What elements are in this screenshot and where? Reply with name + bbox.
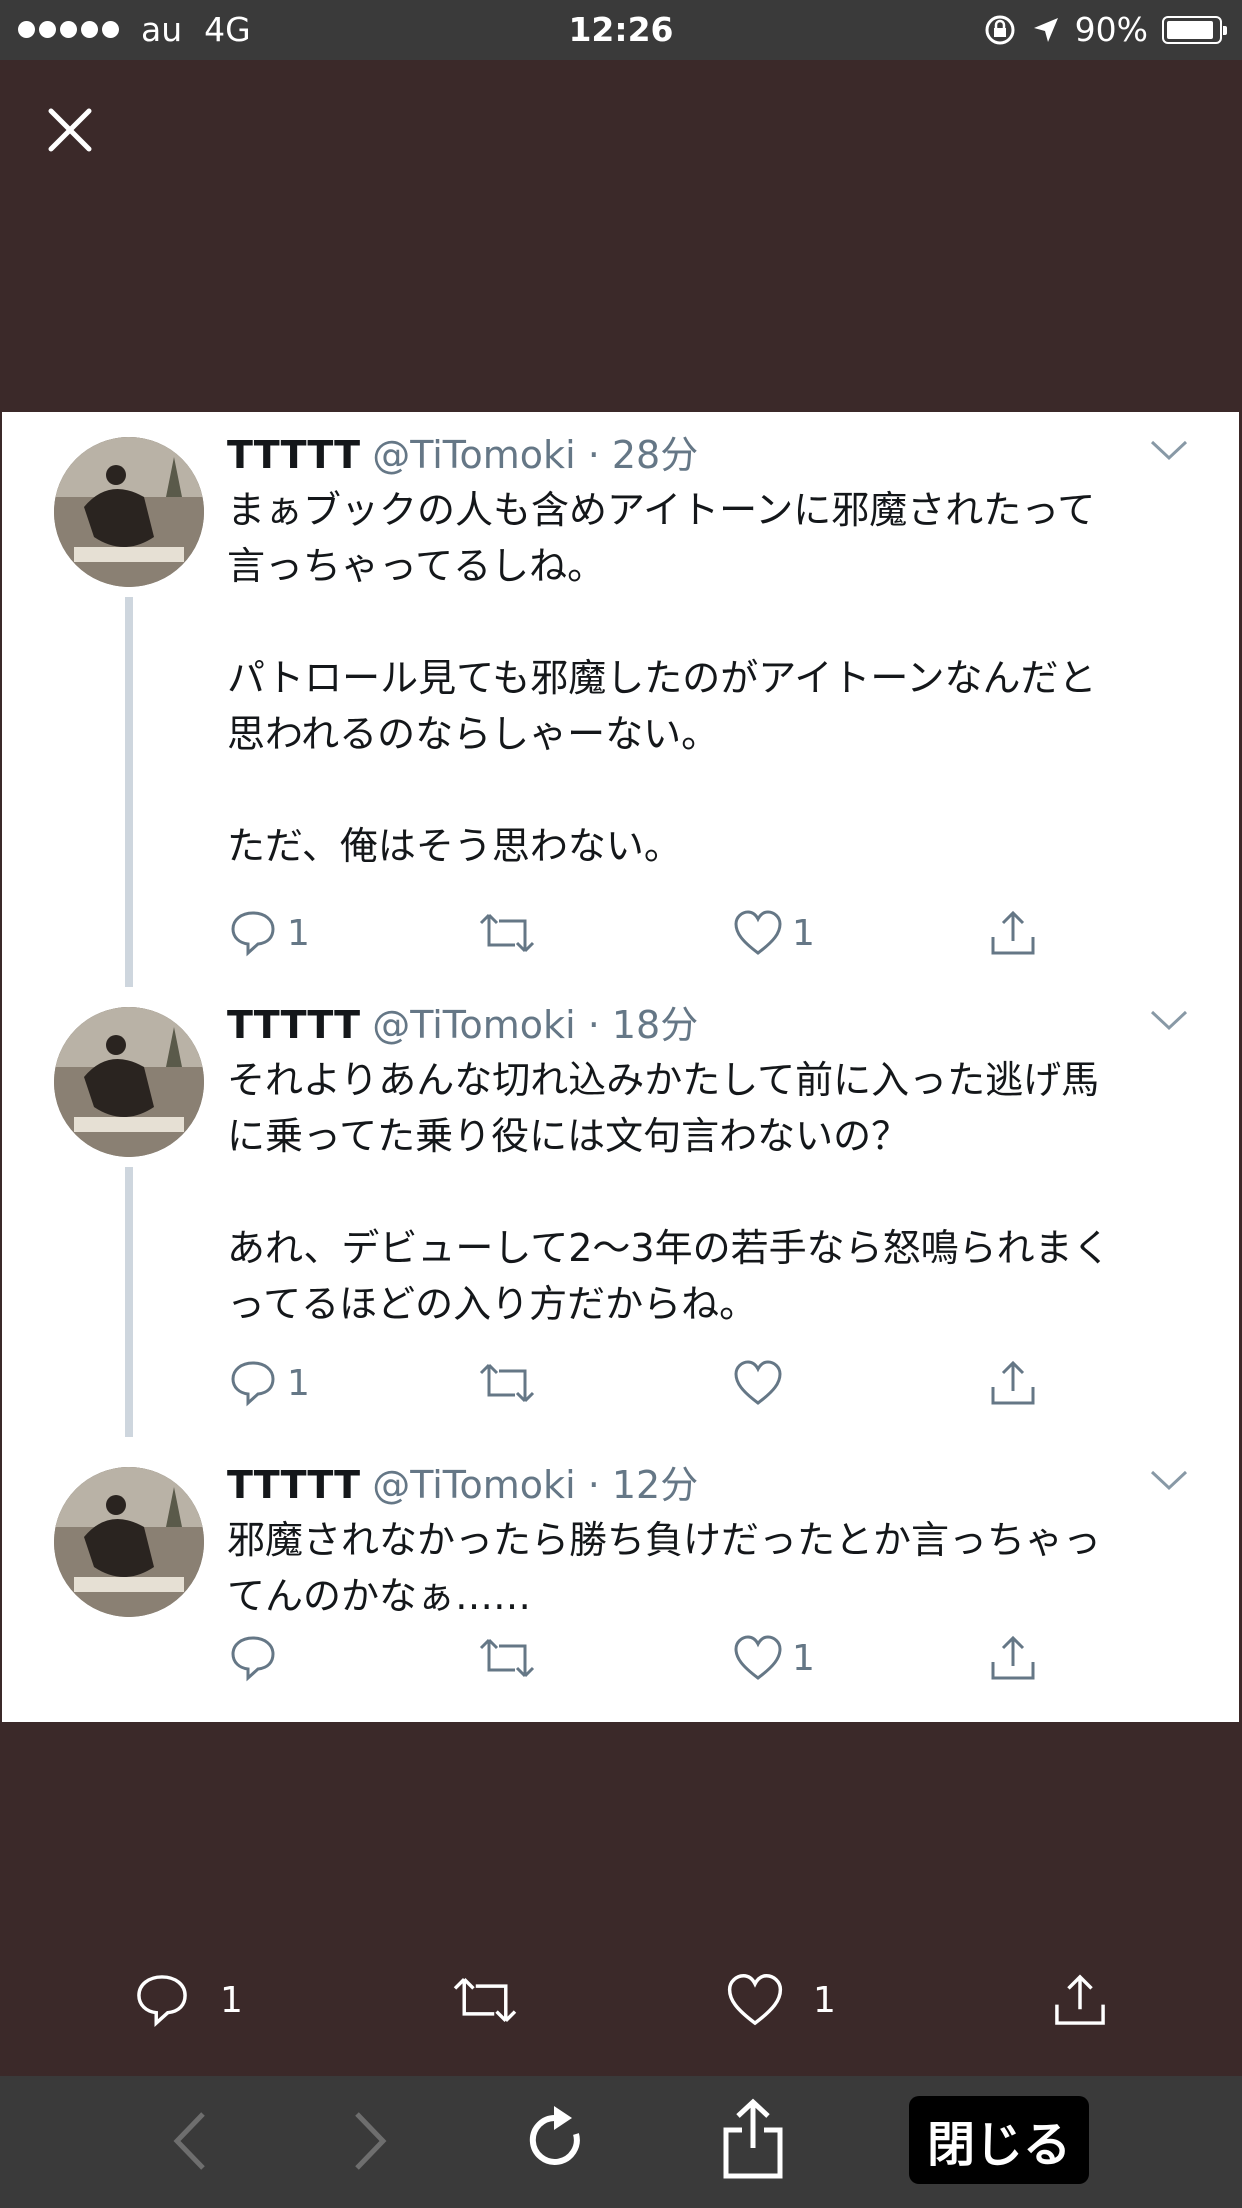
share-button[interactable] bbox=[718, 2096, 788, 2186]
tweet-author-name: TTTTT bbox=[227, 433, 361, 477]
close-icon[interactable] bbox=[40, 100, 100, 160]
chevron-left-icon bbox=[173, 2112, 205, 2170]
avatar bbox=[54, 1467, 204, 1617]
viewer-actions: 1 1 bbox=[0, 1970, 1242, 2040]
tweet-handle: @TiTomoki bbox=[372, 1463, 576, 1507]
chevron-down-icon bbox=[1150, 440, 1188, 461]
like-button[interactable]: 1 bbox=[725, 1970, 836, 2030]
thread-line bbox=[125, 597, 133, 987]
thread-line bbox=[125, 1167, 133, 1437]
tweet-author-name: TTTTT bbox=[227, 1463, 361, 1507]
tweet-author-name: TTTTT bbox=[227, 1003, 361, 1047]
battery-icon bbox=[1162, 15, 1227, 44]
like-count: 1 bbox=[792, 912, 815, 954]
retweet-icon bbox=[479, 913, 535, 953]
tweet-time: 28分 bbox=[611, 433, 699, 477]
heart-icon bbox=[727, 1974, 783, 2026]
retweet-action bbox=[477, 907, 537, 959]
back-button[interactable] bbox=[165, 2106, 215, 2180]
heart-icon bbox=[734, 1360, 782, 1405]
chevron-down-icon bbox=[1150, 1470, 1188, 1491]
heart-icon bbox=[734, 910, 782, 955]
forward-button[interactable] bbox=[345, 2106, 395, 2180]
share-icon bbox=[991, 1635, 1035, 1680]
share-icon bbox=[991, 910, 1035, 955]
tweet-text: それよりあんな切れ込みかたして前に入った逃げ馬 に乗ってた乗り役には文句言わない… bbox=[227, 1058, 1111, 1326]
reply-action: 1 bbox=[227, 907, 310, 959]
tweet-actions: 1 bbox=[227, 1632, 1227, 1692]
retweet-action bbox=[477, 1632, 537, 1684]
close-button[interactable]: 閉じる bbox=[909, 2096, 1089, 2184]
reply-action: 1 bbox=[227, 1357, 310, 1409]
tweet-item: TTTTT @TiTomoki · 18分 それよりあんな切れ込みかたして前に入… bbox=[2, 992, 1239, 1452]
retweet-button[interactable] bbox=[450, 1970, 520, 2030]
tweet-actions: 1 1 bbox=[227, 907, 1227, 967]
avatar bbox=[54, 1007, 204, 1157]
tweet-screenshot: TTTTT @TiTomoki · 28分 まぁブックの人も含めアイトーンに邪魔… bbox=[2, 412, 1239, 1722]
battery-percent: 90% bbox=[1074, 10, 1148, 49]
tweet-time: 12分 bbox=[611, 1463, 699, 1507]
like-count: 1 bbox=[813, 1979, 836, 2021]
avatar bbox=[54, 437, 204, 587]
share-action bbox=[987, 1632, 1039, 1684]
like-action: 1 bbox=[732, 907, 815, 959]
share-icon bbox=[1055, 1974, 1105, 2025]
chevron-down-icon bbox=[1150, 1010, 1188, 1031]
reply-count: 1 bbox=[287, 1362, 310, 1404]
tweet-header: TTTTT @TiTomoki · 28分 bbox=[227, 433, 699, 477]
retweet-action bbox=[477, 1357, 537, 1409]
reload-icon bbox=[529, 2106, 580, 2165]
share-action bbox=[987, 907, 1039, 959]
like-action bbox=[732, 1357, 792, 1409]
reply-action bbox=[227, 1632, 287, 1684]
rotation-lock-icon bbox=[985, 15, 1015, 44]
tweet-handle: @TiTomoki bbox=[372, 1003, 576, 1047]
like-action: 1 bbox=[732, 1632, 815, 1684]
tweet-handle: @TiTomoki bbox=[372, 433, 576, 477]
status-bar: au 4G 12:26 90% bbox=[0, 0, 1242, 60]
share-button[interactable] bbox=[1050, 1970, 1110, 2030]
tweet-text: まぁブックの人も含めアイトーンに邪魔されたって 言っちゃってるしね。 パトロール… bbox=[227, 488, 1097, 868]
like-count: 1 bbox=[792, 1637, 815, 1679]
status-right: 90% bbox=[983, 10, 1227, 49]
reply-count: 1 bbox=[220, 1979, 243, 2021]
reply-icon bbox=[231, 1361, 275, 1407]
tweet-item: TTTTT @TiTomoki · 28分 まぁブックの人も含めアイトーンに邪魔… bbox=[2, 422, 1239, 992]
heart-icon bbox=[734, 1635, 782, 1680]
retweet-icon bbox=[479, 1363, 535, 1403]
retweet-icon bbox=[453, 1978, 517, 2022]
chevron-right-icon bbox=[355, 2112, 387, 2170]
tweet-actions: 1 bbox=[227, 1357, 1227, 1417]
reply-button[interactable]: 1 bbox=[132, 1970, 243, 2030]
browser-toolbar: 閉じる bbox=[0, 2076, 1242, 2208]
reply-icon bbox=[137, 1975, 187, 2027]
tweet-item: TTTTT @TiTomoki · 12分 邪魔されなかったら勝ち負けだったとか… bbox=[2, 1452, 1239, 1712]
tweet-header: TTTTT @TiTomoki · 12分 bbox=[227, 1463, 699, 1507]
share-icon bbox=[991, 1360, 1035, 1405]
share-icon bbox=[723, 2098, 783, 2179]
tweet-time: 18分 bbox=[611, 1003, 699, 1047]
share-action bbox=[987, 1357, 1039, 1409]
reply-icon bbox=[231, 1636, 275, 1682]
location-arrow-icon bbox=[1033, 17, 1058, 42]
retweet-icon bbox=[479, 1638, 535, 1678]
reply-icon bbox=[231, 911, 275, 957]
reply-count: 1 bbox=[287, 912, 310, 954]
reload-button[interactable] bbox=[520, 2102, 592, 2182]
tweet-header: TTTTT @TiTomoki · 18分 bbox=[227, 1003, 699, 1047]
tweet-text: 邪魔されなかったら勝ち負けだったとか言っちゃっ てんのかなぁ…… bbox=[227, 1518, 1102, 1618]
